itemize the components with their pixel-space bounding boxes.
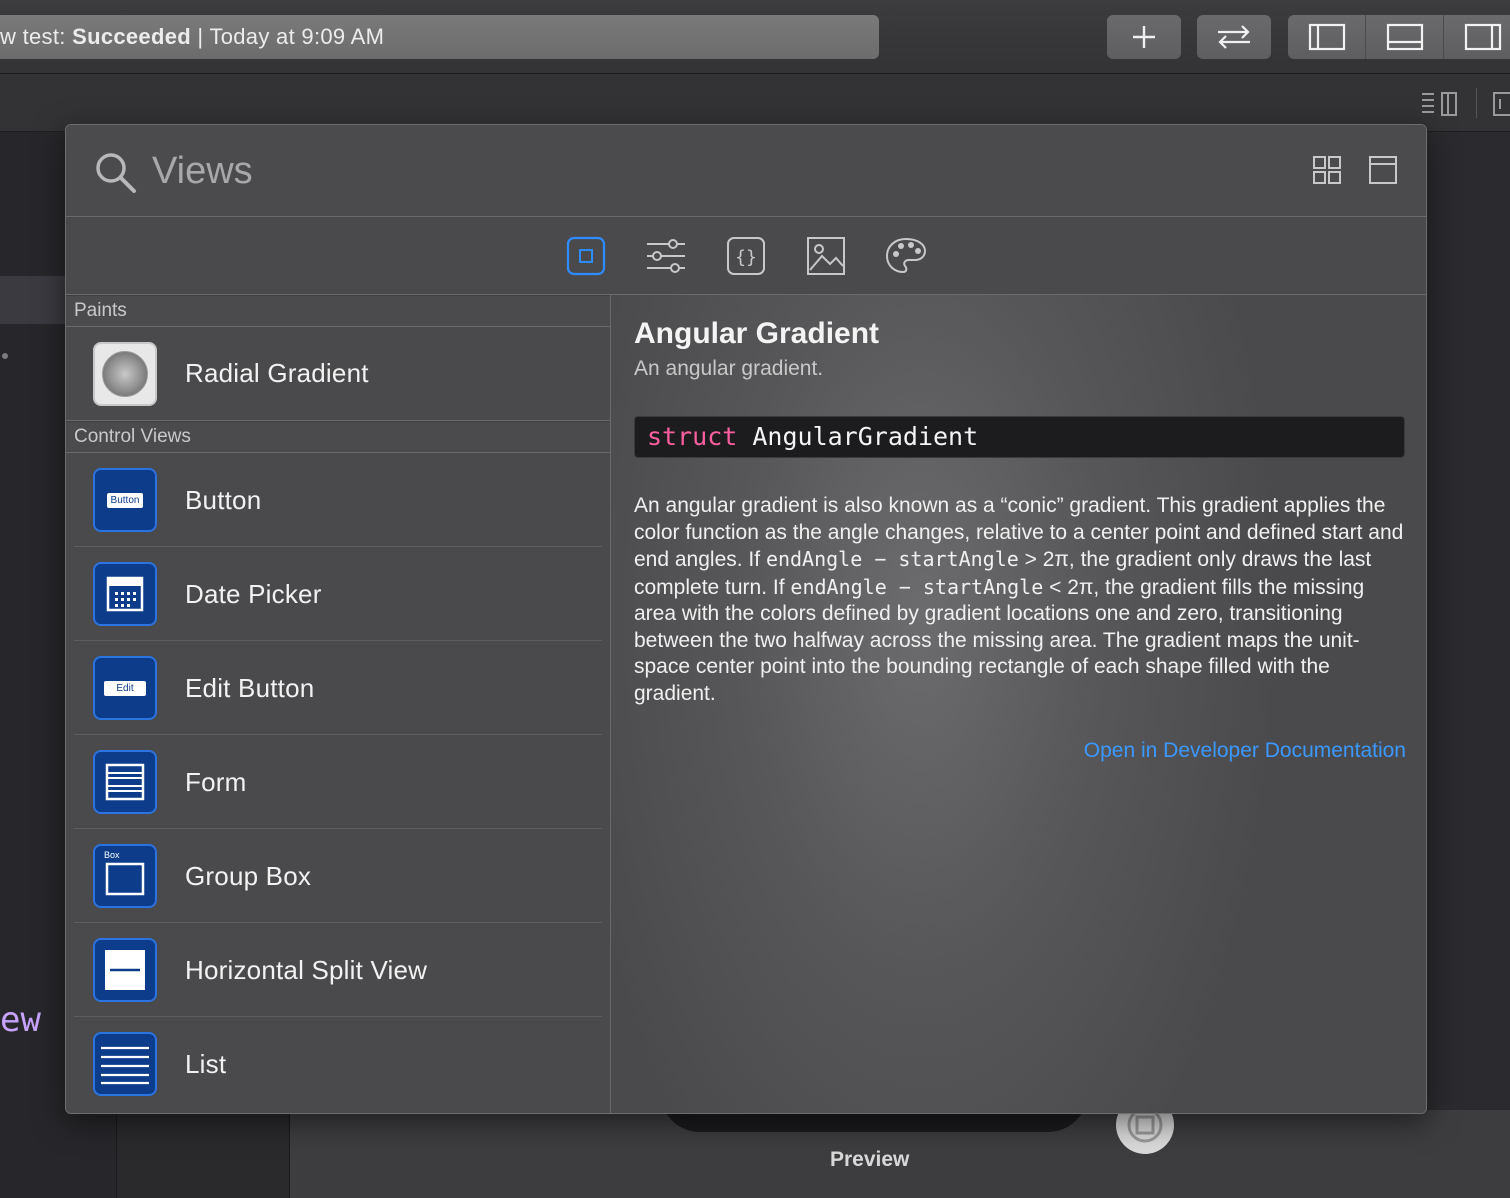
list-item-list[interactable]: List [66, 1017, 610, 1111]
group-box-icon: Box [93, 844, 157, 908]
group-box-icon-badge: Box [104, 850, 120, 860]
list-item-label: Date Picker [185, 578, 322, 609]
adjust-editor-options-icon[interactable] [1420, 90, 1460, 118]
date-picker-icon [93, 562, 157, 626]
list-item-label: Edit Button [185, 672, 315, 703]
edit-button-icon: Edit [93, 656, 157, 720]
button-icon: Button [93, 468, 157, 532]
library-add-button[interactable] [1107, 15, 1181, 59]
tab-snippets[interactable]: {} [725, 235, 767, 277]
tab-views[interactable] [565, 235, 607, 277]
library-tabs: {} [66, 217, 1426, 295]
list-item-date-picker[interactable]: Date Picker [66, 547, 610, 641]
detail-title: Angular Gradient [634, 317, 880, 350]
code-fragment: ew [0, 1000, 41, 1040]
list-item-group-box[interactable]: Box Group Box [66, 829, 610, 923]
tab-colors[interactable] [885, 235, 927, 277]
bottom-panel-icon [1386, 23, 1423, 51]
activity-status-bar: w test: Succeeded | Today at 9:09 AM [0, 15, 879, 59]
open-documentation-link[interactable]: Open in Developer Documentation [1084, 739, 1406, 763]
editor-gutter-dot [2, 353, 8, 359]
status-scheme: w test: [0, 24, 66, 49]
code-review-button[interactable] [1197, 15, 1271, 59]
declaration-code: struct AngularGradient [634, 416, 1405, 458]
radial-gradient-icon [93, 341, 157, 406]
description-code: endAngle − startAngle [765, 547, 1019, 571]
list-item-horizontal-split-view[interactable]: Horizontal Split View [66, 923, 610, 1017]
status-separator: | [197, 24, 204, 49]
list-icon [93, 1032, 157, 1096]
jump-bar-divider [1476, 88, 1477, 118]
tab-modifiers[interactable] [645, 235, 687, 277]
library-item-list[interactable]: Paints Radial Gradient Control Views But… [66, 295, 611, 1113]
list-item-form[interactable]: Form [66, 735, 610, 829]
preview-label: Preview [830, 1148, 910, 1171]
colors-palette-icon [885, 237, 927, 274]
panel-toggle-group [1288, 15, 1510, 59]
list-item-label: Group Box [185, 860, 312, 891]
detail-subtitle: An angular gradient. [634, 357, 824, 380]
description-code: endAngle − startAngle [790, 574, 1044, 599]
list-item-label: List [185, 1048, 227, 1079]
status-result: Succeeded [72, 24, 191, 49]
detail-view-icon[interactable] [1368, 155, 1398, 185]
list-item-label: Button [185, 484, 262, 515]
left-panel-icon [1308, 23, 1345, 51]
section-header-control-views: Control Views [66, 421, 610, 453]
list-item-radial-gradient[interactable]: Radial Gradient [66, 327, 610, 421]
section-header-paints: Paints [66, 295, 610, 327]
toggle-inspector-button[interactable] [1444, 15, 1510, 59]
horizontal-split-view-icon [93, 938, 157, 1002]
add-editor-icon[interactable] [1492, 90, 1510, 118]
edit-button-icon-badge: Edit [104, 680, 146, 696]
right-panel-icon [1464, 23, 1502, 51]
library-popover: {} Paints Radial Gra [65, 124, 1427, 1114]
button-icon-badge: Button [106, 492, 144, 508]
form-icon [93, 750, 157, 814]
detail-description: An angular gradient is also known as a “… [634, 493, 1408, 707]
list-item-edit-button[interactable]: Edit Edit Button [66, 641, 610, 735]
views-square-icon [566, 236, 606, 276]
tab-media[interactable] [805, 235, 847, 277]
declaration-name: AngularGradient [752, 422, 979, 451]
list-item-label: Radial Gradient [185, 358, 369, 388]
list-item-button[interactable]: Button Button [66, 453, 610, 547]
plus-icon [1133, 26, 1155, 48]
search-icon [96, 153, 136, 193]
library-detail-pane: Angular Gradient An angular gradient. st… [611, 295, 1426, 1113]
snippets-braces-icon: {} [727, 237, 765, 275]
arrows-swap-icon [1218, 25, 1250, 49]
modifiers-sliders-icon [647, 239, 685, 273]
window-toolbar: w test: Succeeded | Today at 9:09 AM [0, 0, 1510, 74]
current-line-highlight [0, 276, 70, 324]
declaration-keyword: struct [647, 422, 738, 451]
list-item-label: Horizontal Split View [185, 954, 428, 985]
toggle-debug-area-button[interactable] [1366, 15, 1444, 59]
editor-minimap [116, 1110, 290, 1198]
svg-text:{}: {} [735, 247, 757, 268]
media-image-icon [807, 237, 845, 275]
status-time: Today at 9:09 AM [209, 24, 385, 49]
library-search-input[interactable] [152, 145, 952, 197]
toggle-navigator-button[interactable] [1288, 15, 1366, 59]
library-search-row [66, 125, 1426, 217]
list-item-label: Form [185, 766, 247, 797]
grid-view-icon[interactable] [1312, 155, 1342, 185]
